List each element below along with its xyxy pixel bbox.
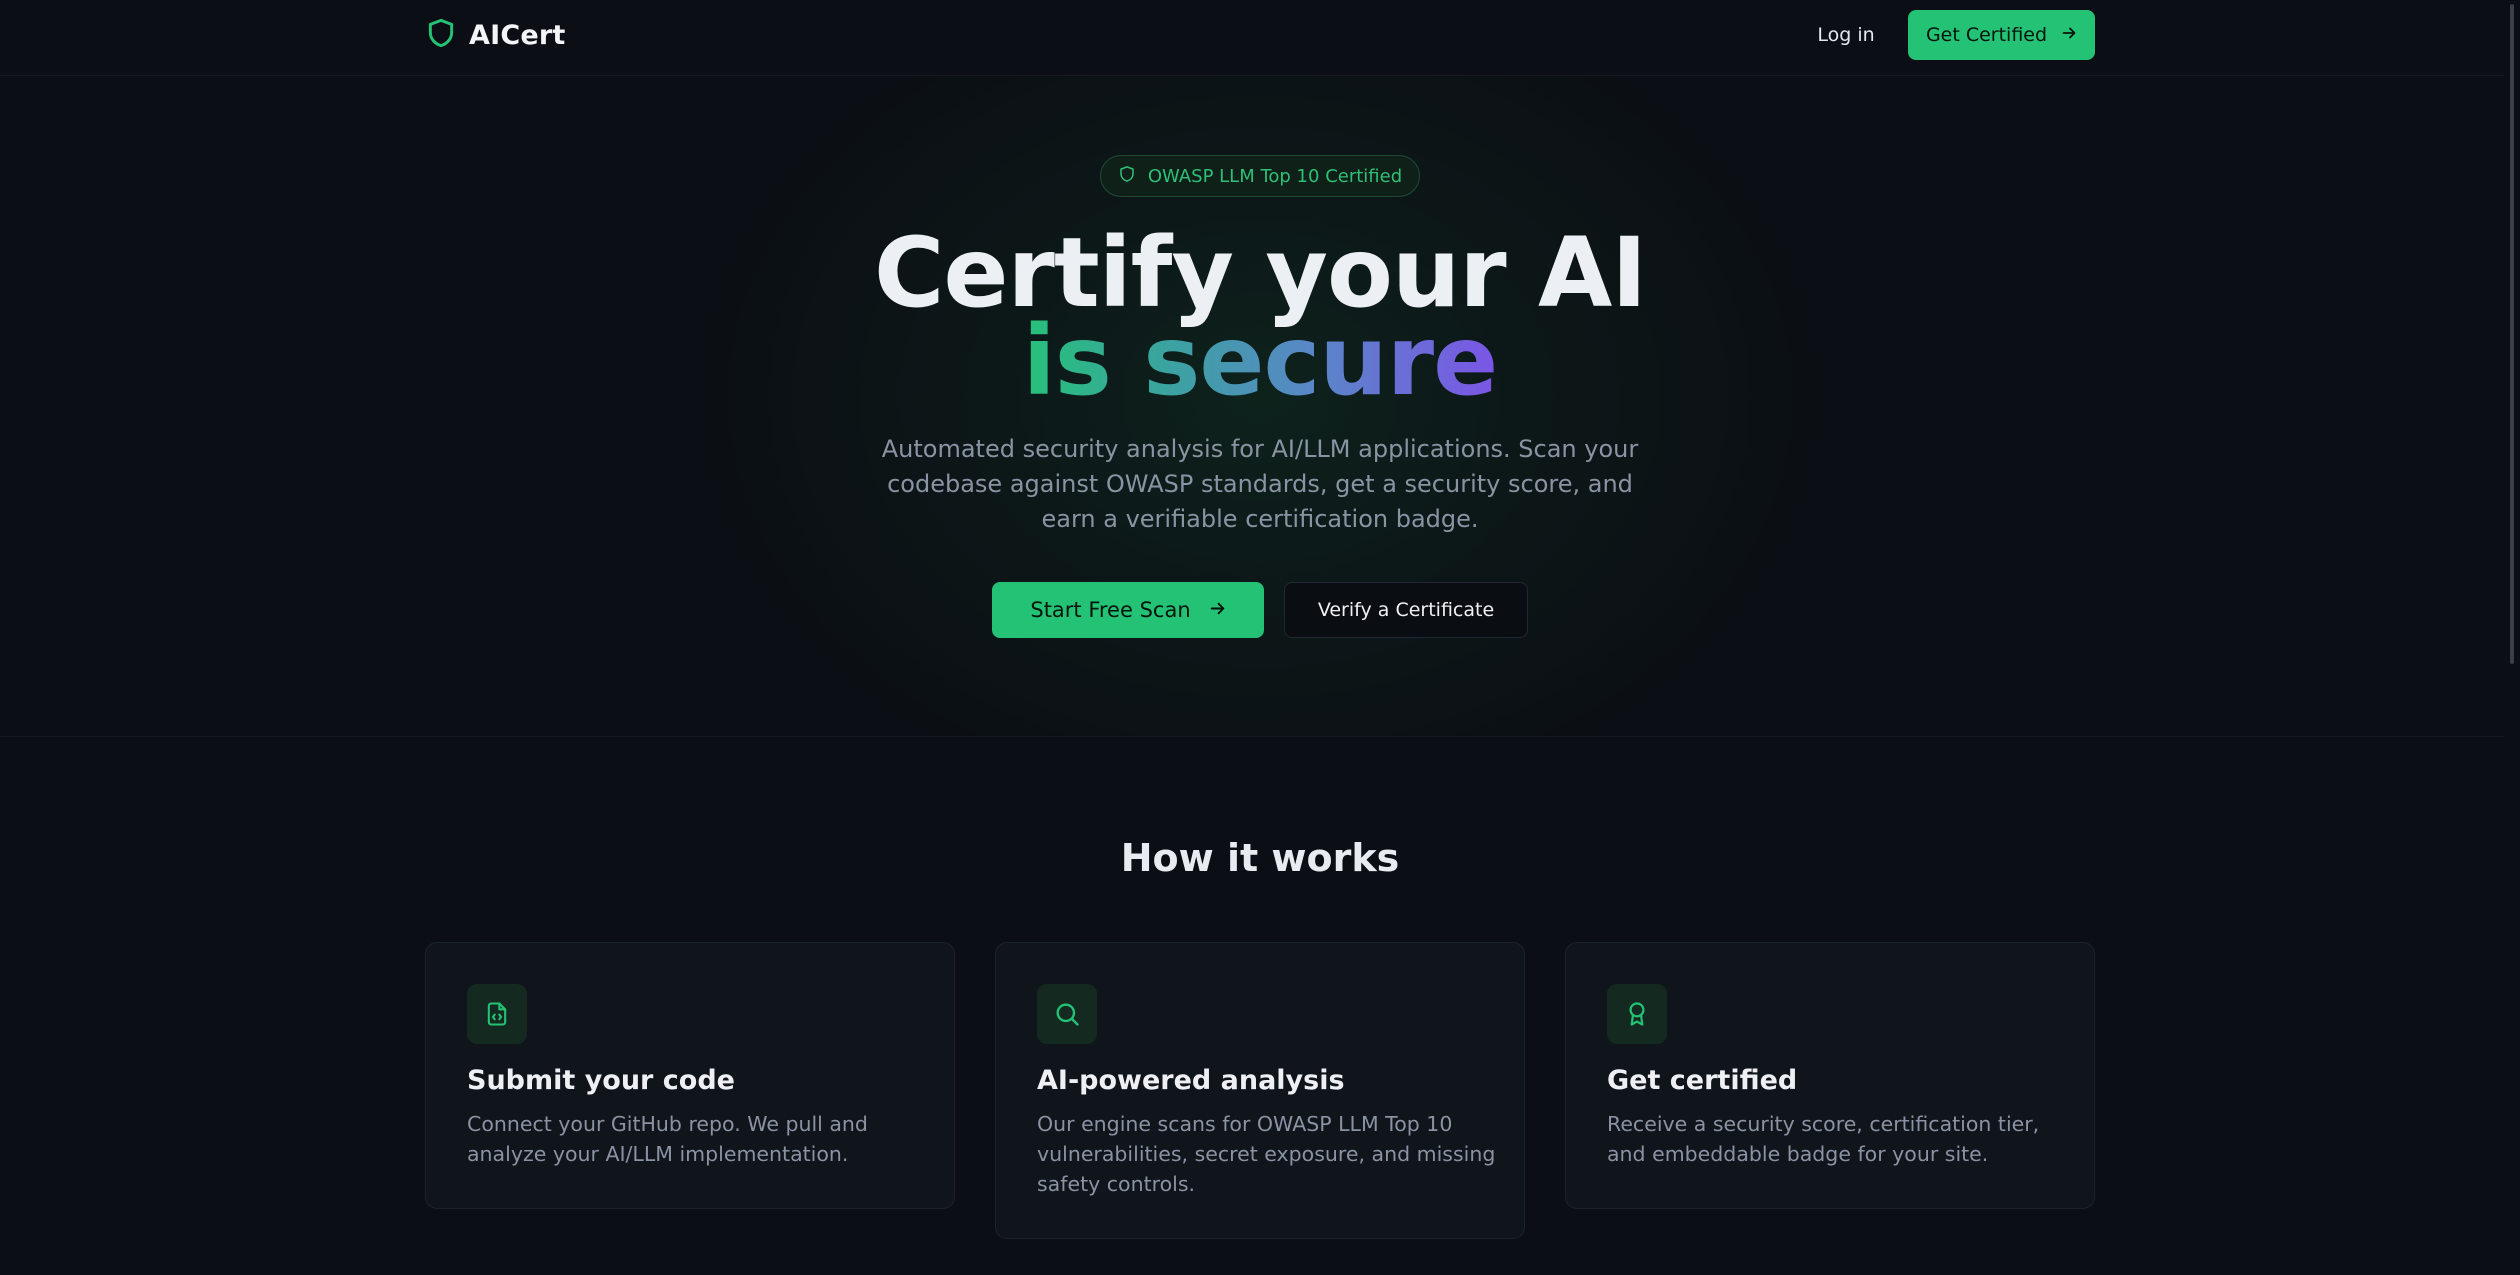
step-title: Submit your code [467, 1065, 735, 1096]
hero-title-line2: is secure [0, 313, 2520, 409]
file-code-icon [467, 984, 527, 1044]
logo[interactable]: AICert [425, 16, 566, 54]
step-description: Our engine scans for OWASP LLM Top 10 vu… [1037, 1112, 1496, 1196]
step-description: Receive a security score, certification … [1607, 1112, 2040, 1166]
owasp-badge: OWASP LLM Top 10 Certified [1100, 155, 1420, 197]
get-certified-button[interactable]: Get Certified [1908, 10, 2095, 60]
arrow-right-icon [1209, 598, 1226, 622]
step-card-certified: Get certified Receive a security score, … [1565, 942, 2095, 1209]
arrow-right-icon [2061, 24, 2077, 46]
shield-icon [425, 16, 457, 54]
shield-icon [1118, 164, 1136, 189]
verify-certificate-button[interactable]: Verify a Certificate [1284, 582, 1528, 638]
step-card-analysis: AI-powered analysis Our engine scans for… [995, 942, 1525, 1239]
badge-text: OWASP LLM Top 10 Certified [1147, 165, 1403, 187]
step-description: Connect your GitHub repo. We pull and an… [467, 1112, 868, 1166]
page-scrollbar[interactable] [2504, 0, 2520, 1275]
hero-section: OWASP LLM Top 10 Certified Certify your … [0, 77, 2520, 737]
how-it-works-title: How it works [1120, 836, 1400, 880]
award-icon [1607, 984, 1667, 1044]
start-free-scan-button[interactable]: Start Free Scan [992, 582, 1264, 638]
hero-title-gradient-text: is secure [1022, 305, 1498, 417]
login-link[interactable]: Log in [1808, 18, 1884, 52]
brand-name: AICert [469, 19, 566, 51]
hero-subtitle: Automated security analysis for AI/LLM a… [881, 435, 1639, 533]
get-certified-label: Get Certified [1925, 24, 2048, 46]
scrollbar-thumb[interactable] [2510, 4, 2514, 664]
step-title: AI-powered analysis [1037, 1065, 1345, 1096]
search-icon [1037, 984, 1097, 1044]
start-free-scan-label: Start Free Scan [1030, 598, 1191, 622]
step-card-submit: Submit your code Connect your GitHub rep… [425, 942, 955, 1209]
step-title: Get certified [1607, 1065, 1798, 1096]
top-nav: AICert Log in Get Certified [0, 0, 2520, 76]
